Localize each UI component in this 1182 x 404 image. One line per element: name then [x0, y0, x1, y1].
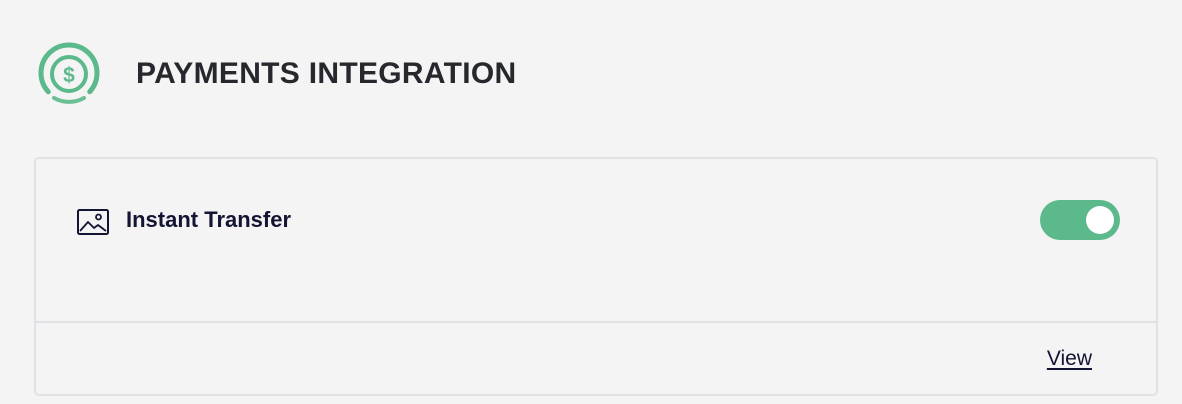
- integration-card-footer: View: [36, 323, 1156, 396]
- instant-transfer-toggle[interactable]: [1040, 200, 1120, 240]
- page-header: $ PAYMENTS INTEGRATION: [34, 38, 516, 110]
- integration-card-body: Instant Transfer: [36, 159, 1156, 323]
- integration-card: Instant Transfer View: [34, 157, 1158, 396]
- page-title: PAYMENTS INTEGRATION: [136, 57, 517, 90]
- svg-text:$: $: [63, 64, 75, 87]
- integration-title: Instant Transfer: [126, 207, 292, 232]
- toggle-knob: [1086, 206, 1114, 234]
- dollar-circle-icon: $: [38, 42, 100, 104]
- image-icon: [77, 209, 109, 235]
- view-link[interactable]: View: [1047, 347, 1092, 371]
